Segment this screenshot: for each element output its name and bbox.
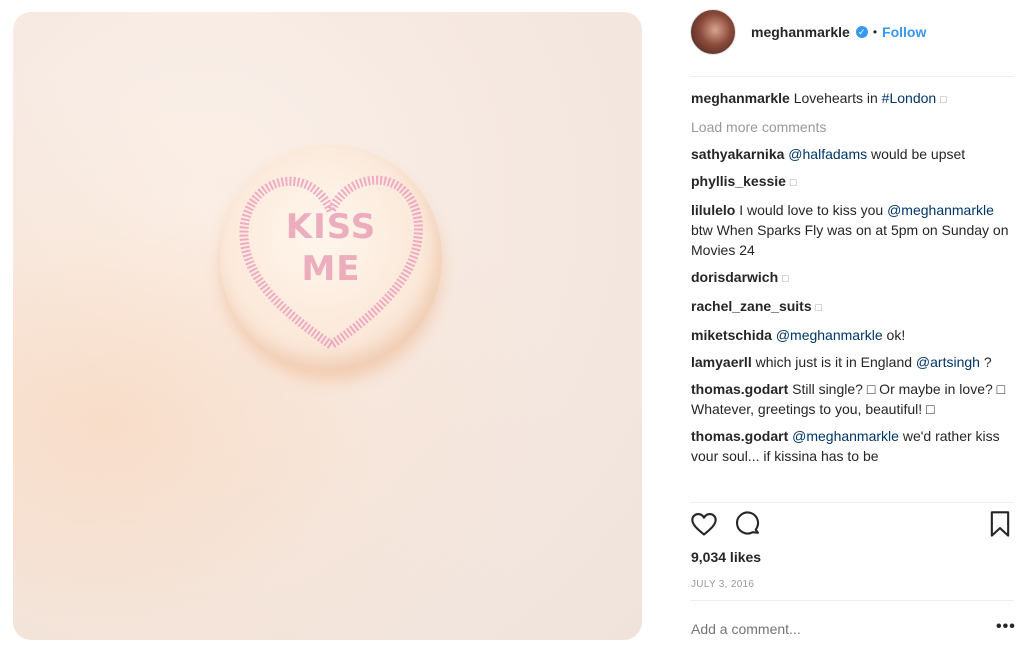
comment-username[interactable]: rachel_zane_suits bbox=[691, 298, 812, 314]
header-username[interactable]: meghanmarkle bbox=[751, 24, 850, 40]
caption-text: Lovehearts in bbox=[793, 90, 878, 106]
header-divider bbox=[690, 76, 1014, 77]
add-comment-input[interactable] bbox=[691, 621, 991, 637]
comment-username[interactable]: lilulelo bbox=[691, 202, 735, 218]
more-options-button[interactable]: ••• bbox=[996, 618, 1016, 636]
comment-username[interactable]: lamyaerll bbox=[691, 354, 752, 370]
comment-text: □ bbox=[782, 273, 789, 285]
comment-text: □ bbox=[789, 177, 797, 189]
comments-list[interactable]: meghanmarkle Lovehearts in #London □ Loa… bbox=[691, 88, 1011, 501]
caption: meghanmarkle Lovehearts in #London □ bbox=[691, 88, 1011, 110]
avatar[interactable] bbox=[690, 9, 736, 55]
comment-username[interactable]: miketschida bbox=[691, 327, 772, 343]
comment-mention[interactable]: @meghanmarkle bbox=[776, 327, 883, 343]
header-separator: • bbox=[872, 25, 878, 39]
comment-bubble-icon[interactable] bbox=[734, 510, 762, 543]
list-item: dorisdarwich □ bbox=[691, 267, 1011, 289]
comment-text: which just is it in England bbox=[755, 354, 913, 370]
comments-divider bbox=[690, 502, 1014, 503]
likes-count[interactable]: 9,034 likes bbox=[691, 549, 761, 565]
list-item: lamyaerll which just is it in England @a… bbox=[691, 352, 1011, 372]
comment-text-continued: ? bbox=[979, 354, 992, 370]
instagram-post-page: KISS ME meghanmarkle ✓ • Follow meghanma… bbox=[0, 0, 1024, 657]
comment-username[interactable]: thomas.godart bbox=[691, 381, 788, 397]
post-photo[interactable]: KISS ME bbox=[13, 12, 642, 640]
comment-text: I would love to kiss you bbox=[739, 202, 884, 218]
comment-text: would be upset bbox=[867, 146, 966, 162]
add-comment-divider bbox=[690, 600, 1014, 601]
caption-username[interactable]: meghanmarkle bbox=[691, 90, 790, 106]
comment-text-continued: btw When Sparks Fly was on at 5pm on Sun… bbox=[691, 222, 1009, 258]
list-item: sathyakarnika @halfadams would be upset bbox=[691, 144, 1011, 164]
loveheart-candy: KISS ME bbox=[220, 145, 442, 371]
comment-mention[interactable]: @meghanmarkle bbox=[887, 202, 994, 218]
comment-username[interactable]: dorisdarwich bbox=[691, 269, 778, 285]
bookmark-icon[interactable] bbox=[988, 510, 1012, 543]
post-side-panel: meghanmarkle ✓ • Follow meghanmarkle Lov… bbox=[678, 0, 1024, 657]
comment-username[interactable]: phyllis_kessie bbox=[691, 173, 786, 189]
comment-text: ok! bbox=[882, 327, 906, 343]
list-item: thomas.godart Still single? □ Or maybe i… bbox=[691, 379, 1011, 419]
comment-username[interactable]: thomas.godart bbox=[691, 428, 788, 444]
list-item: rachel_zane_suits □ bbox=[691, 296, 1011, 318]
follow-button[interactable]: Follow bbox=[882, 24, 926, 40]
comment-mention[interactable]: @artsingh bbox=[916, 354, 980, 370]
list-item: miketschida @meghanmarkle ok! bbox=[691, 325, 1011, 345]
load-more-comments-link[interactable]: Load more comments bbox=[691, 117, 1011, 137]
caption-hashtag[interactable]: #London bbox=[882, 90, 937, 106]
list-item: thomas.godart @meghanmarkle we'd rather … bbox=[691, 426, 1011, 466]
verified-badge-icon: ✓ bbox=[855, 26, 868, 38]
comment-username[interactable]: sathyakarnika bbox=[691, 146, 784, 162]
list-item: phyllis_kessie □ bbox=[691, 171, 1011, 193]
post-header: meghanmarkle ✓ • Follow bbox=[690, 9, 926, 55]
comment-text: □ bbox=[815, 302, 823, 314]
list-item: lilulelo I would love to kiss you @megha… bbox=[691, 200, 1011, 260]
heart-icon[interactable] bbox=[690, 510, 718, 543]
post-date: JULY 3, 2016 bbox=[691, 579, 755, 590]
comment-mention[interactable]: @meghanmarkle bbox=[792, 428, 899, 444]
comment-mention[interactable]: @halfadams bbox=[788, 146, 867, 162]
candy-text-me: ME bbox=[301, 249, 361, 289]
caption-emoji: □ bbox=[940, 94, 947, 106]
candy-text-kiss: KISS bbox=[285, 207, 377, 247]
action-bar bbox=[690, 510, 1014, 542]
